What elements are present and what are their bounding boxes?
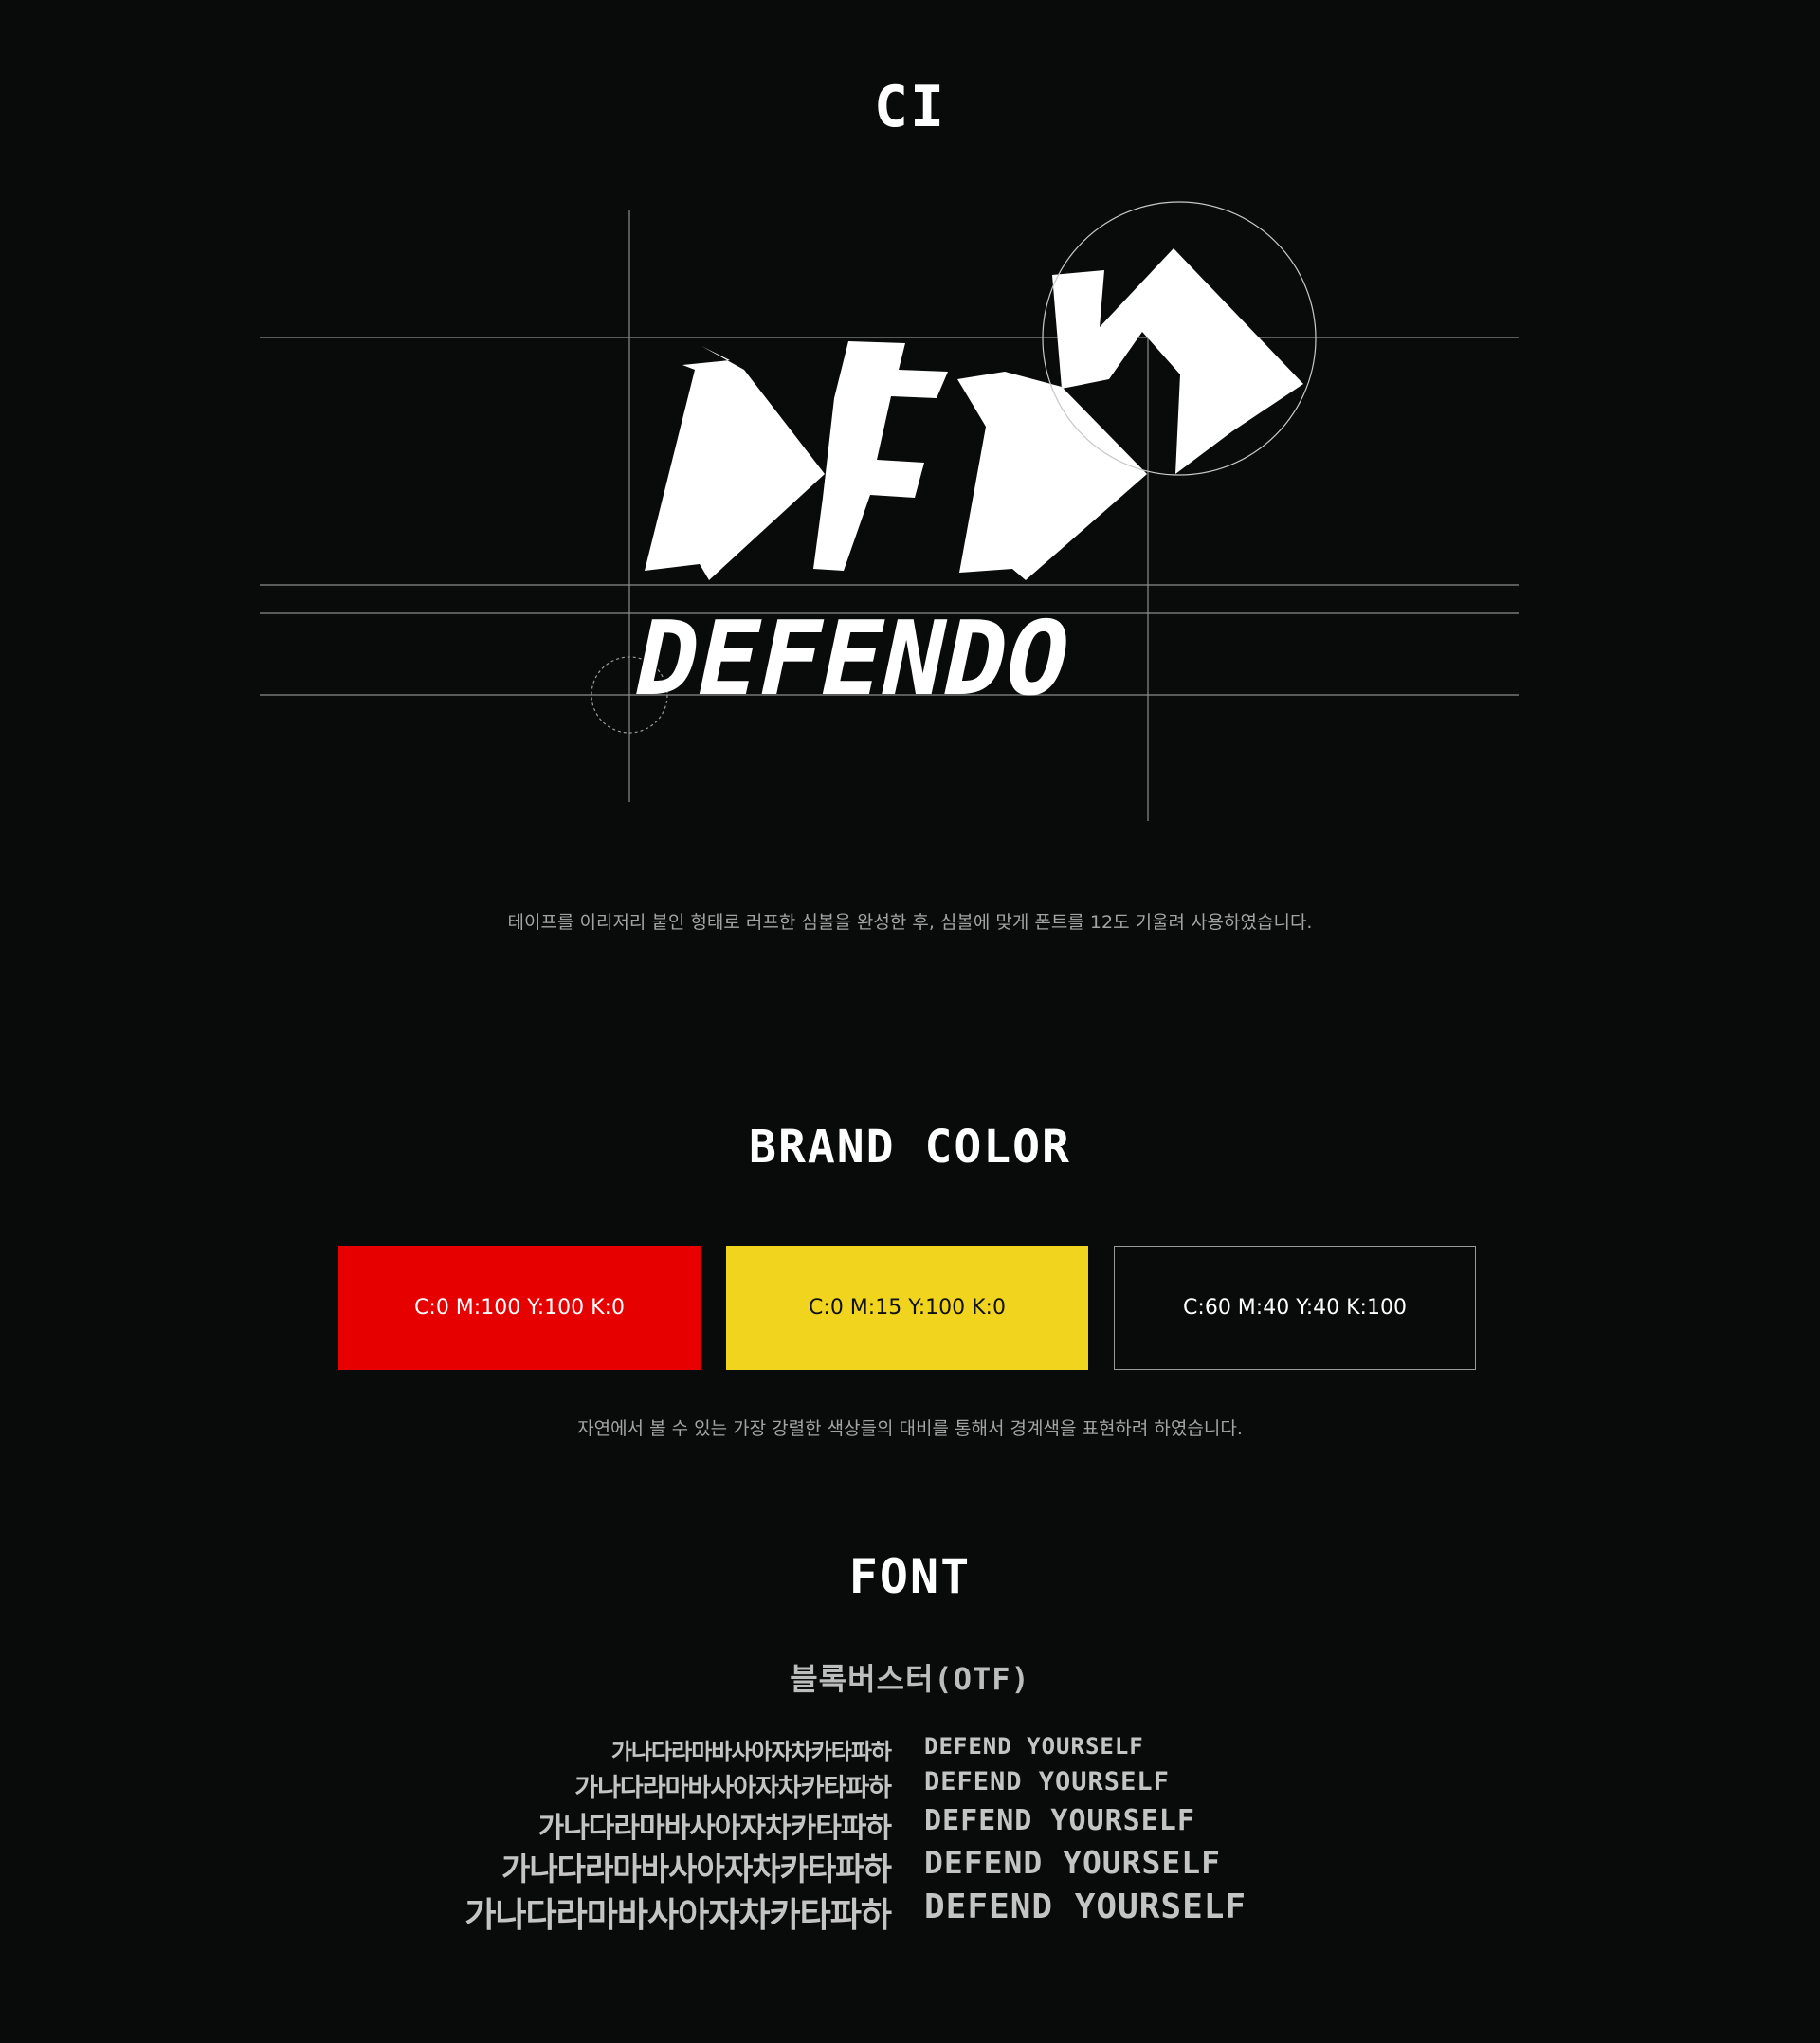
font-section-title: FONT: [848, 1549, 972, 1604]
ci-wordmark: DEFENDO: [625, 599, 1082, 719]
font-sample-korean: 가나다라마바사아자차카타파하: [574, 1774, 892, 1803]
font-sample-english: DEFEND YOURSELF: [924, 1804, 1195, 1837]
font-sample-english: DEFEND YOURSELF: [924, 1844, 1222, 1881]
ci-symbol-icon: [645, 248, 1303, 580]
ci-description: 테이프를 이리저리 붙인 형태로 러프한 심볼을 완성한 후, 심볼에 맞게 폰…: [507, 912, 1313, 933]
swatch-label: C:0 M:15 Y:100 K:0: [809, 1296, 1006, 1320]
brand-color-description: 자연에서 볼 수 있는 가장 강렬한 색상들의 대비를 통해서 경계색을 표현하…: [577, 1418, 1243, 1439]
guide-lines: [260, 210, 1519, 821]
color-swatch-black: C:60 M:40 Y:40 K:100: [1114, 1246, 1476, 1370]
font-sample-korean: 가나다라마바사아자차카타파하: [464, 1896, 892, 1935]
color-swatch-red: C:0 M:100 Y:100 K:0: [338, 1246, 701, 1370]
font-sample-korean: 가나다라마바사아자차카타파하: [500, 1851, 892, 1888]
font-name: 블록버스터(OTF): [790, 1661, 1030, 1697]
font-sample-korean: 가나다라마바사아자차카타파하: [537, 1812, 892, 1845]
brand-color-title: BRAND COLOR: [749, 1121, 1071, 1174]
swatch-label: C:60 M:40 Y:40 K:100: [1183, 1296, 1407, 1320]
color-swatch-yellow: C:0 M:15 Y:100 K:0: [726, 1246, 1088, 1370]
swatch-label: C:0 M:100 Y:100 K:0: [414, 1296, 625, 1320]
font-sample-korean: 가나다라마바사아자차카타파하: [610, 1739, 892, 1765]
font-sample-english: DEFEND YOURSELF: [924, 1767, 1170, 1797]
ci-logo-construction: DEFENDO: [260, 201, 1519, 821]
font-sample-english: DEFEND YOURSELF: [924, 1733, 1144, 1760]
font-sample-english: DEFEND YOURSELF: [924, 1888, 1247, 1926]
